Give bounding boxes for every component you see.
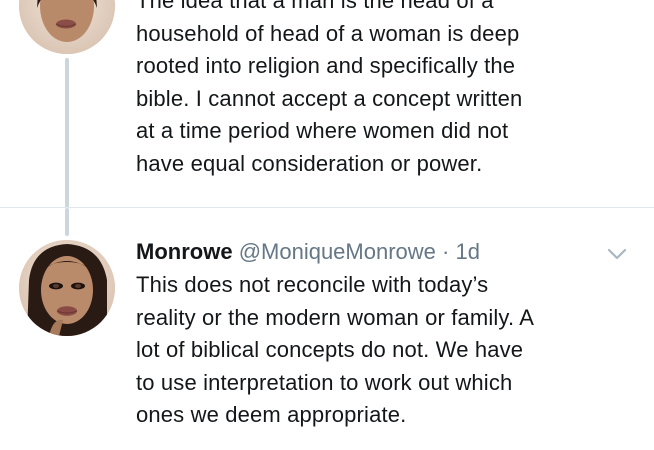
user-handle[interactable]: @MoniqueMonrowe — [239, 239, 436, 264]
tweet-reply[interactable]: Monrowe @MoniqueMonrowe · 1d This does n… — [0, 208, 654, 450]
avatar[interactable] — [19, 0, 115, 54]
tweet-header: Monrowe @MoniqueMonrowe · 1d — [136, 237, 480, 267]
tweet-text: This does not reconcile with today’s rea… — [136, 272, 535, 427]
avatar[interactable] — [19, 240, 115, 336]
timestamp[interactable]: 1d — [455, 239, 479, 264]
chevron-down-icon[interactable] — [606, 246, 628, 262]
separator-dot: · — [442, 239, 450, 264]
avatar-photo-icon — [19, 0, 115, 54]
display-name[interactable]: Monrowe — [136, 239, 233, 264]
thread-line — [65, 58, 69, 208]
tweet-previous[interactable]: The idea that a man is the head of a hou… — [0, 0, 654, 208]
tweet-text: The idea that a man is the head of a hou… — [136, 0, 523, 176]
avatar-photo-icon — [19, 240, 115, 336]
thread-line — [65, 208, 69, 236]
